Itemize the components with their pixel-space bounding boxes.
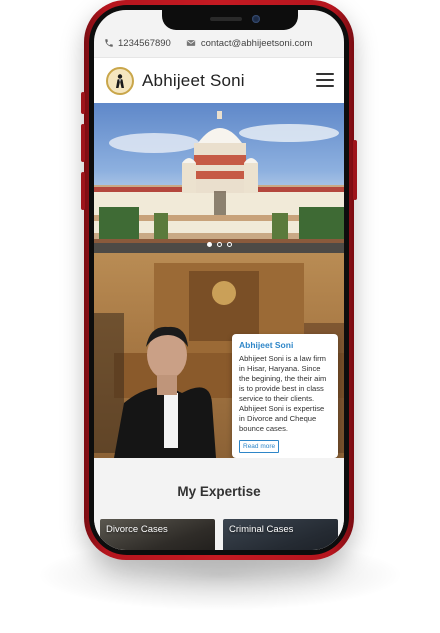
slider-dot[interactable] xyxy=(206,242,212,247)
email-address: contact@abhijeetsoni.com xyxy=(200,37,313,49)
contact-bar: 1234567890 contact@abhijeetsoni.com xyxy=(94,32,344,54)
earpiece-speaker xyxy=(210,17,242,21)
slider-dot[interactable] xyxy=(226,242,232,247)
front-camera xyxy=(252,15,260,23)
lawyer-logo-icon[interactable] xyxy=(106,67,134,95)
supreme-court-image xyxy=(94,111,344,253)
criminal-cases-card[interactable]: Criminal Cases xyxy=(223,519,338,550)
read-more-button[interactable]: Read more xyxy=(239,440,280,453)
hamburger-menu-icon[interactable] xyxy=(316,73,334,89)
phone-contact[interactable]: 1234567890 xyxy=(104,38,171,49)
envelope-icon xyxy=(186,40,196,46)
lawyer-figure-icon xyxy=(116,74,124,88)
email-contact[interactable]: contact@abhijeetsoni.com xyxy=(185,37,313,49)
volume-down-button xyxy=(81,124,85,162)
site-header: Abhijeet Soni xyxy=(94,57,344,104)
phone-mockup: 1234567890 contact@abhijeetsoni.com Abhi… xyxy=(81,0,357,560)
notch xyxy=(162,10,298,30)
phone-screen: 1234567890 contact@abhijeetsoni.com Abhi… xyxy=(94,10,344,550)
slider-dot[interactable] xyxy=(216,242,222,247)
slider-dots xyxy=(94,242,344,247)
about-section: Abhijeet Soni Abhijeet Soni is a law fir… xyxy=(94,253,344,458)
expertise-section: My Expertise Divorce Cases Criminal Case… xyxy=(94,458,344,550)
divorce-cases-card[interactable]: Divorce Cases xyxy=(100,519,215,550)
about-text: Abhijeet Soni is a law firm in Hisar, Ha… xyxy=(239,354,327,433)
expertise-card-label: Criminal Cases xyxy=(229,524,294,535)
site-brand[interactable]: Abhijeet Soni xyxy=(142,71,245,91)
phone-number: 1234567890 xyxy=(118,37,171,49)
about-title[interactable]: Abhijeet Soni xyxy=(239,340,331,350)
phone-icon xyxy=(105,39,113,47)
expertise-card-label: Divorce Cases xyxy=(106,524,168,535)
volume-up-button xyxy=(81,92,85,114)
expertise-heading: My Expertise xyxy=(177,484,261,499)
power-button xyxy=(353,140,357,200)
mute-switch xyxy=(81,172,85,210)
about-card: Abhijeet Soni Abhijeet Soni is a law fir… xyxy=(232,334,338,458)
hero-slider[interactable] xyxy=(94,103,344,253)
